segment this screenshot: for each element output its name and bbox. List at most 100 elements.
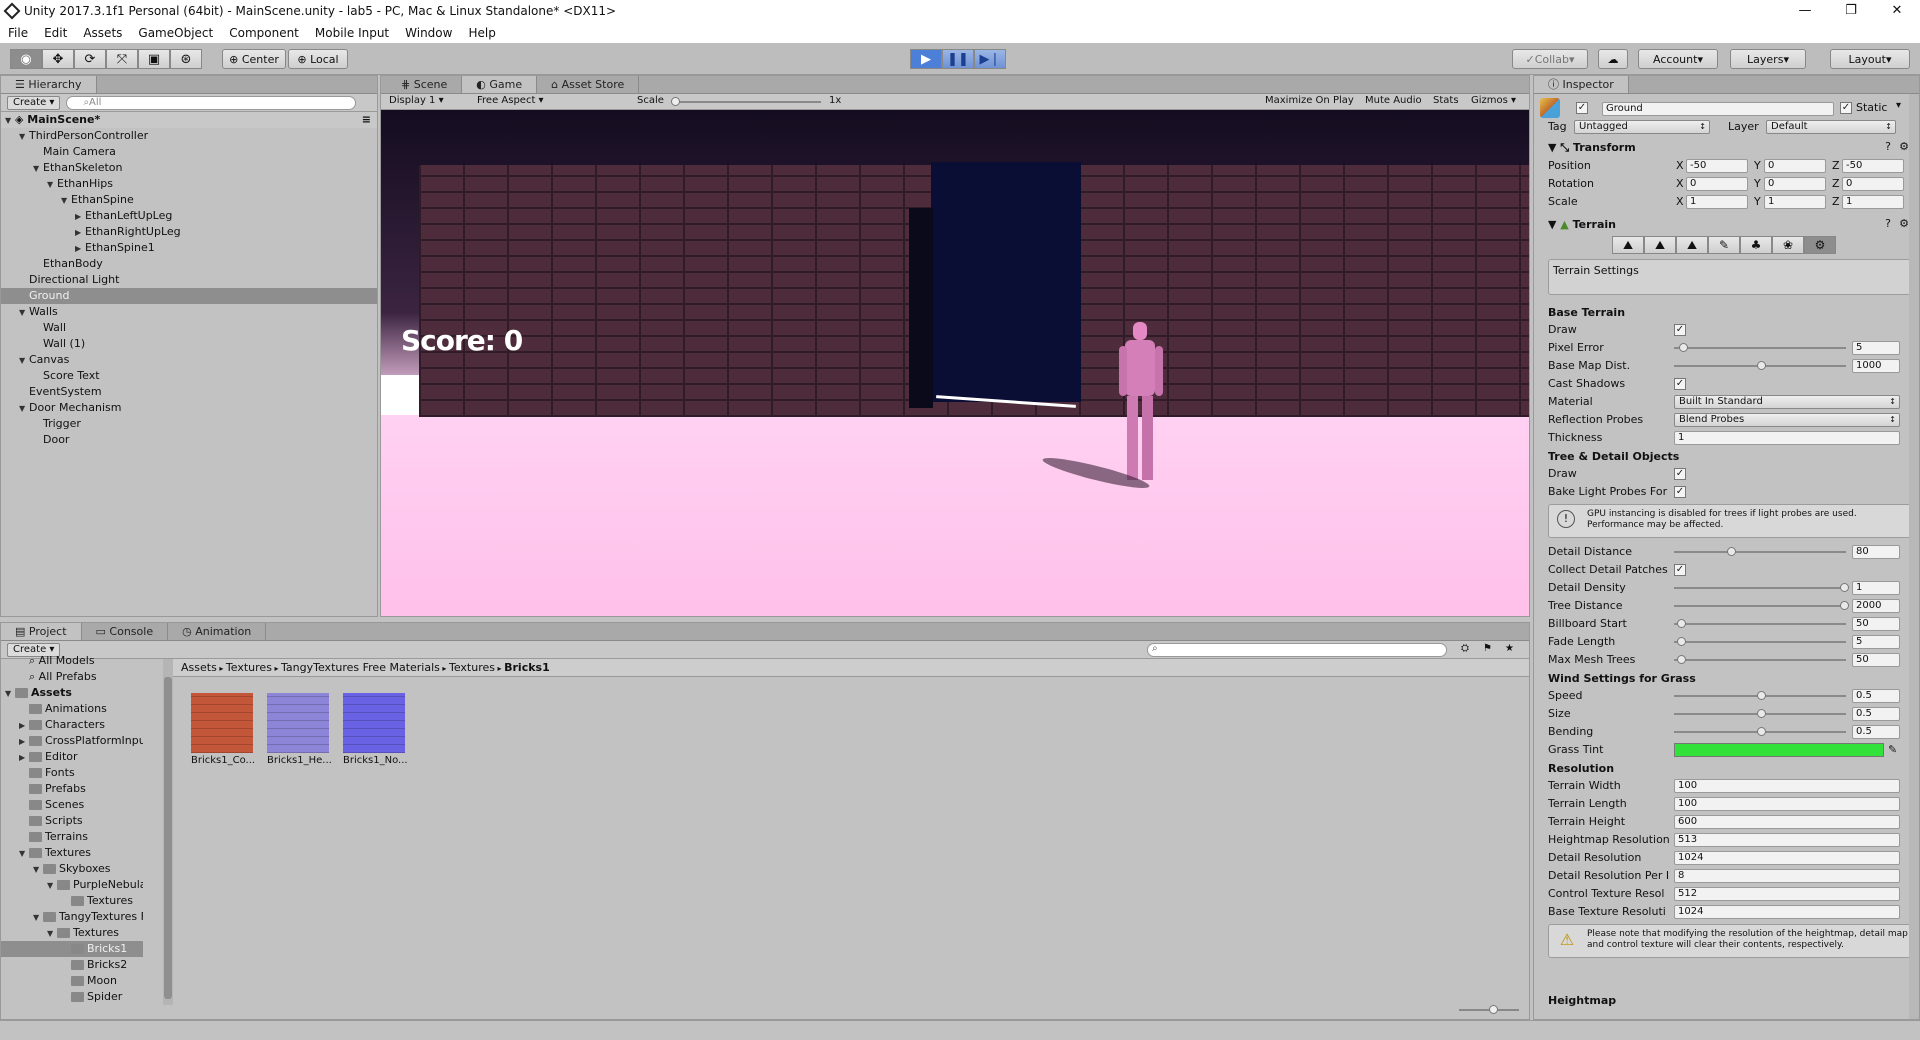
folder-item[interactable]: Terrains	[1, 829, 143, 845]
asset-tile[interactable]: Bricks1_He...	[267, 693, 332, 766]
wind-bending-slider[interactable]	[1674, 727, 1846, 736]
base-texture-resolution-field[interactable]: 1024	[1674, 905, 1900, 919]
rotate-tool-icon[interactable]: ⟳	[74, 49, 106, 69]
settings-gear-icon[interactable]: ⚙	[1899, 140, 1909, 153]
hierarchy-item[interactable]: ▼ EthanHips	[1, 176, 377, 192]
step-icon[interactable]: ▶❘	[974, 49, 1006, 69]
folder-item[interactable]: ⌕ All Prefabs	[1, 669, 143, 685]
menu-component[interactable]: Component	[221, 26, 307, 40]
menu-mobile-input[interactable]: Mobile Input	[307, 26, 397, 40]
help-icon[interactable]: ?	[1885, 217, 1891, 230]
wind-speed-slider[interactable]	[1674, 691, 1846, 700]
detail-distance-slider-knob[interactable]	[1727, 547, 1736, 556]
folder-item[interactable]: Scenes	[1, 797, 143, 813]
mute-audio-toggle[interactable]: Mute Audio	[1365, 95, 1422, 106]
hierarchy-item[interactable]: EventSystem	[1, 384, 377, 400]
hierarchy-item[interactable]: ▼ Walls	[1, 304, 377, 320]
menu-assets[interactable]: Assets	[75, 26, 130, 40]
static-dropdown-icon[interactable]: ▾	[1896, 100, 1901, 111]
transform-z-field[interactable]: 0	[1842, 177, 1904, 191]
hierarchy-item[interactable]: ▼ EthanSkeleton	[1, 160, 377, 176]
detail-density-slider[interactable]	[1674, 583, 1849, 592]
wind-size-slider-knob[interactable]	[1757, 709, 1766, 718]
object-name-field[interactable]: Ground	[1602, 102, 1834, 116]
tree-distance-slider-knob[interactable]	[1840, 601, 1849, 610]
transform-x-field[interactable]: 0	[1686, 177, 1748, 191]
account-dropdown[interactable]: Account	[1638, 49, 1718, 69]
max-mesh-trees-slider-knob[interactable]	[1677, 655, 1686, 664]
settings-gear-icon[interactable]: ⚙	[1899, 217, 1909, 230]
hierarchy-item[interactable]: Door	[1, 432, 377, 448]
rect-tool-icon[interactable]: ▣	[138, 49, 170, 69]
layout-dropdown[interactable]: Layout	[1830, 49, 1910, 69]
expand-arrow-icon[interactable]: ▼	[33, 910, 43, 926]
folder-item[interactable]: Bricks1	[1, 941, 143, 957]
tab-asset-store[interactable]: ⌂ Asset Store	[537, 76, 640, 93]
hierarchy-item[interactable]: Main Camera	[1, 144, 377, 160]
thickness-field[interactable]: 1	[1674, 431, 1900, 445]
scene-header[interactable]: ▼ ◈ MainScene* ≡	[1, 112, 377, 128]
terrain-tool-button[interactable]: ♣	[1740, 236, 1772, 254]
create-button[interactable]: Create	[7, 95, 61, 110]
transform-tool-icon[interactable]: ⊛	[170, 49, 202, 69]
tab-scene[interactable]: ⋕ Scene	[387, 76, 463, 93]
transform-header[interactable]: ▼ ⤡ Transform	[1538, 140, 1919, 156]
expand-arrow-icon[interactable]: ▼	[5, 686, 15, 702]
terrain-tool-button[interactable]: ⚙	[1804, 236, 1836, 254]
expand-arrow-icon[interactable]: ▼	[61, 193, 71, 209]
material-dropdown[interactable]: Built In Standard	[1674, 395, 1900, 409]
folder-item[interactable]: ▶ CrossPlatformInput	[1, 733, 143, 749]
tab-hierarchy[interactable]: ☰ Hierarchy	[1, 76, 97, 93]
folder-item[interactable]: ▼ Textures	[1, 925, 143, 941]
help-icon[interactable]: ?	[1885, 140, 1891, 153]
terrain-tool-button[interactable]: ⛰	[1676, 236, 1708, 254]
menu-edit[interactable]: Edit	[36, 26, 75, 40]
detail-density-field[interactable]: 1	[1852, 581, 1900, 595]
terrain-length-field[interactable]: 100	[1674, 797, 1900, 811]
cloud-button[interactable]: ☁	[1598, 49, 1628, 69]
expand-arrow-icon[interactable]: ▼	[19, 305, 29, 321]
asset-tile[interactable]: Bricks1_Co...	[191, 693, 255, 766]
folder-item[interactable]: ▼ PurpleNebula	[1, 877, 143, 893]
terrain-tool-button[interactable]: ❀	[1772, 236, 1804, 254]
fade-length-slider-knob[interactable]	[1677, 637, 1686, 646]
expand-arrow-icon[interactable]: ▼	[47, 926, 57, 942]
menu-file[interactable]: File	[0, 26, 36, 40]
folder-item[interactable]: ▼ Assets	[1, 685, 143, 701]
aspect-dropdown[interactable]: Free Aspect	[477, 95, 627, 106]
menu-window[interactable]: Window	[397, 26, 460, 40]
hierarchy-item[interactable]: ▶ EthanSpine1	[1, 240, 377, 256]
scale-tool-icon[interactable]: ⤧	[106, 49, 138, 69]
detail-distance-slider[interactable]	[1674, 547, 1846, 556]
wind-speed-slider-knob[interactable]	[1757, 691, 1766, 700]
collab-dropdown[interactable]: ✓ Collab	[1512, 49, 1588, 69]
restore-button[interactable]: ❐	[1828, 0, 1874, 22]
draw-terrain-checkbox[interactable]: ✓	[1674, 324, 1686, 336]
billboard-start-slider[interactable]	[1674, 619, 1846, 628]
terrain-tool-button[interactable]: ⛰	[1612, 236, 1644, 254]
expand-arrow-icon[interactable]: ▶	[19, 718, 29, 734]
folder-item[interactable]: Bricks2	[1, 957, 143, 973]
transform-z-field[interactable]: 1	[1842, 195, 1904, 209]
hierarchy-item[interactable]: ▼ Canvas	[1, 352, 377, 368]
tag-dropdown[interactable]: Untagged	[1574, 120, 1710, 134]
wind-speed-field[interactable]: 0.5	[1852, 689, 1900, 703]
layers-dropdown[interactable]: Layers	[1730, 49, 1806, 69]
terrain-tool-button[interactable]: ✎	[1708, 236, 1740, 254]
detail-resolution-per-patch-field[interactable]: 8	[1674, 869, 1900, 883]
hierarchy-item[interactable]: Score Text	[1, 368, 377, 384]
cast-shadows-checkbox[interactable]: ✓	[1674, 378, 1686, 390]
folder-item[interactable]: Spider	[1, 989, 143, 1005]
folder-item[interactable]: ⌕ All Models	[1, 653, 143, 669]
expand-arrow-icon[interactable]: ▶	[75, 241, 85, 257]
folder-item[interactable]: ▼ Skyboxes	[1, 861, 143, 877]
expand-arrow-icon[interactable]: ▼	[19, 129, 29, 145]
hierarchy-search-input[interactable]: ⌕All	[66, 95, 357, 110]
hierarchy-item[interactable]: ▼ EthanSpine	[1, 192, 377, 208]
transform-y-field[interactable]: 1	[1764, 195, 1826, 209]
expand-arrow-icon[interactable]: ▼	[47, 878, 57, 894]
wind-bending-slider-knob[interactable]	[1757, 727, 1766, 736]
scale-slider-knob[interactable]	[671, 97, 680, 106]
expand-arrow-icon[interactable]: ▼	[19, 353, 29, 369]
detail-density-slider-knob[interactable]	[1840, 583, 1849, 592]
